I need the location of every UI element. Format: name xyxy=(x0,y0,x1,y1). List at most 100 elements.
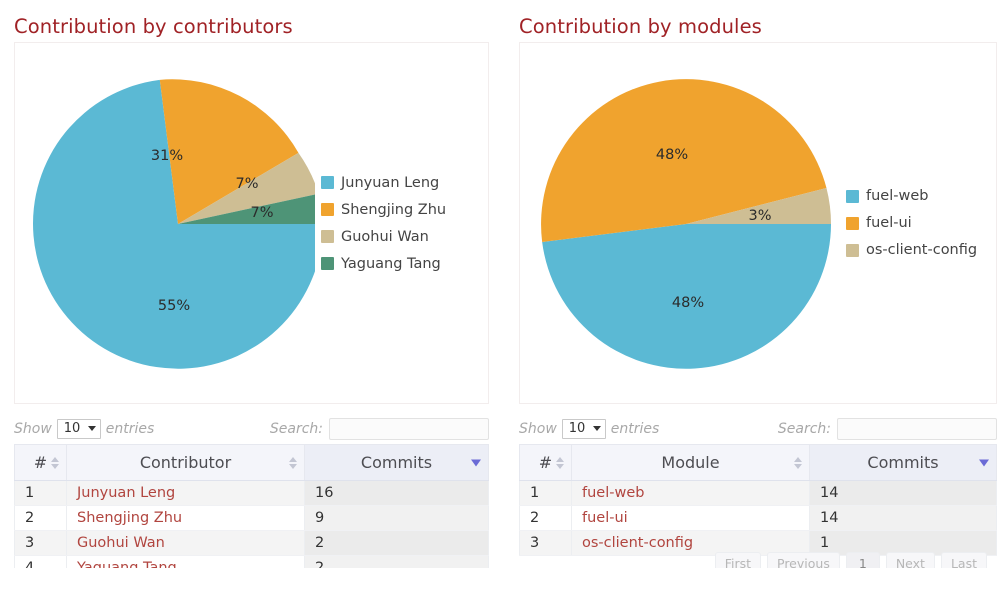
chart-box-modules: 48% 48% 3% fuel-web fuel-ui os-client-co… xyxy=(519,42,997,404)
sort-asc-icon xyxy=(556,456,564,462)
legend-item-fuel-ui[interactable]: fuel-ui xyxy=(846,210,977,237)
contributor-link[interactable]: Junyuan Leng xyxy=(77,485,175,501)
column-header-label: # xyxy=(33,453,48,472)
contributor-link[interactable]: Shengjing Zhu xyxy=(77,510,182,526)
page-length-value: 10 xyxy=(568,421,586,436)
chart-box-contributors: 55% 31% 7% 7% Junyuan Leng Shengjing Zhu xyxy=(14,42,489,404)
sort-asc-icon xyxy=(51,456,59,462)
page-length-select[interactable]: 10 xyxy=(561,418,606,439)
pie-value-label-2: 3% xyxy=(748,208,771,224)
search-input[interactable] xyxy=(329,417,489,440)
table-row[interactable]: 1 Junyuan Leng 16 xyxy=(14,480,489,506)
legend-item-fuel-web[interactable]: fuel-web xyxy=(846,183,977,210)
pagination-page-1-button[interactable]: 1 xyxy=(845,552,880,568)
legend-label: Junyuan Leng xyxy=(341,174,440,191)
entries-label: entries xyxy=(610,420,660,437)
sort-desc-active-icon[interactable] xyxy=(471,459,481,466)
column-header-label: # xyxy=(538,453,553,472)
cell-name: Yaguang Tang xyxy=(66,555,305,568)
contributor-link[interactable]: Yaguang Tang xyxy=(77,560,177,568)
pie-chart-modules: 48% 48% 3% xyxy=(520,43,840,403)
table-row[interactable]: 4 Yaguang Tang 2 xyxy=(14,555,489,568)
column-header-index[interactable]: # xyxy=(519,444,572,481)
legend-label: os-client-config xyxy=(866,242,978,258)
cell-index: 3 xyxy=(14,530,67,556)
cell-index: 2 xyxy=(519,505,572,531)
table-row[interactable]: 2 fuel-ui 14 xyxy=(519,505,997,531)
column-header-module[interactable]: Module xyxy=(571,444,810,481)
legend-swatch-icon xyxy=(846,243,859,257)
search-input[interactable] xyxy=(837,417,997,440)
legend-item-shengjing-zhu[interactable]: Shengjing Zhu xyxy=(321,196,446,223)
legend-item-yaguang-tang[interactable]: Yaguang Tang xyxy=(321,250,446,277)
legend-contributors: Junyuan Leng Shengjing Zhu Guohui Wan Ya… xyxy=(321,169,446,277)
pie-svg-modules: 48% 48% 3% xyxy=(541,79,831,369)
legend-item-junyuan-leng[interactable]: Junyuan Leng xyxy=(321,169,446,196)
pagination-next-button[interactable]: Next xyxy=(885,552,935,568)
cell-index: 4 xyxy=(14,555,67,568)
cell-index: 1 xyxy=(519,480,572,506)
table-row[interactable]: 1 fuel-web 14 xyxy=(519,480,997,506)
sort-desc-icon xyxy=(556,463,564,469)
table-row[interactable]: 2 Shengjing Zhu 9 xyxy=(14,505,489,531)
sort-desc-icon xyxy=(51,463,59,469)
legend-label: fuel-ui xyxy=(866,215,912,231)
sort-desc-active-icon[interactable] xyxy=(979,459,989,466)
table-header-row: # Module Commits xyxy=(519,444,997,481)
pie-value-label-1: 48% xyxy=(656,147,688,163)
column-header-label: Module xyxy=(661,453,720,472)
legend-swatch-icon xyxy=(321,230,334,243)
pagination-modules: First Previous 1 Next Last xyxy=(714,552,987,568)
datatable-controls-modules: Show 10 entries Search: xyxy=(519,404,997,444)
legend-item-os-client-config[interactable]: os-client-config xyxy=(846,237,977,264)
module-link[interactable]: os-client-config xyxy=(582,535,693,551)
cell-name: fuel-web xyxy=(571,480,810,506)
page-title-contributors: Contribution by contributors xyxy=(14,15,293,38)
sort-icon[interactable] xyxy=(289,456,297,469)
contributor-link[interactable]: Guohui Wan xyxy=(77,535,165,551)
legend-label: Yaguang Tang xyxy=(341,255,441,272)
sort-icon[interactable] xyxy=(51,456,59,469)
pagination-first-button[interactable]: First xyxy=(714,552,761,568)
column-header-contributor[interactable]: Contributor xyxy=(66,444,305,481)
search-label: Search: xyxy=(777,420,831,437)
column-header-commits[interactable]: Commits xyxy=(304,444,489,481)
pie-svg-contributors: 55% 31% 7% 7% xyxy=(33,79,315,369)
search-label: Search: xyxy=(269,420,323,437)
page-length-select[interactable]: 10 xyxy=(56,418,101,439)
cell-commits: 14 xyxy=(809,480,997,506)
legend-swatch-icon xyxy=(321,176,334,189)
pagination-last-button[interactable]: Last xyxy=(940,552,987,568)
sort-icon[interactable] xyxy=(556,456,564,469)
sort-icon[interactable] xyxy=(794,456,802,469)
cell-index: 1 xyxy=(14,480,67,506)
panel-modules: Contribution by modules 48% 48% 3% fuel-… xyxy=(503,0,1007,607)
legend-modules: fuel-web fuel-ui os-client-config xyxy=(846,183,977,264)
column-header-index[interactable]: # xyxy=(14,444,67,481)
cell-commits: 9 xyxy=(304,505,489,531)
legend-swatch-icon xyxy=(321,257,334,270)
column-header-commits[interactable]: Commits xyxy=(809,444,997,481)
sort-desc-icon xyxy=(979,459,989,466)
table-zone-modules: # Module Commits 1 fuel-web 14 2 fuel-ui… xyxy=(519,444,997,568)
cell-name: fuel-ui xyxy=(571,505,810,531)
cell-name: Guohui Wan xyxy=(66,530,305,556)
entries-label: entries xyxy=(105,420,155,437)
module-link[interactable]: fuel-web xyxy=(582,485,644,501)
sort-desc-icon xyxy=(794,463,802,469)
show-label: Show xyxy=(519,420,557,437)
table-header-row: # Contributor Commits xyxy=(14,444,489,481)
show-label: Show xyxy=(14,420,52,437)
legend-swatch-icon xyxy=(846,216,859,230)
module-link[interactable]: fuel-ui xyxy=(582,510,628,526)
cell-name: Junyuan Leng xyxy=(66,480,305,506)
pie-value-label-0: 55% xyxy=(158,298,190,314)
legend-item-guohui-wan[interactable]: Guohui Wan xyxy=(321,223,446,250)
legend-swatch-icon xyxy=(846,189,859,203)
entries-length-control: Show 10 entries xyxy=(519,418,660,439)
cell-name: Shengjing Zhu xyxy=(66,505,305,531)
pagination-previous-button[interactable]: Previous xyxy=(767,552,840,568)
page-length-value: 10 xyxy=(63,421,81,436)
table-row[interactable]: 3 Guohui Wan 2 xyxy=(14,530,489,556)
sort-asc-icon xyxy=(794,456,802,462)
